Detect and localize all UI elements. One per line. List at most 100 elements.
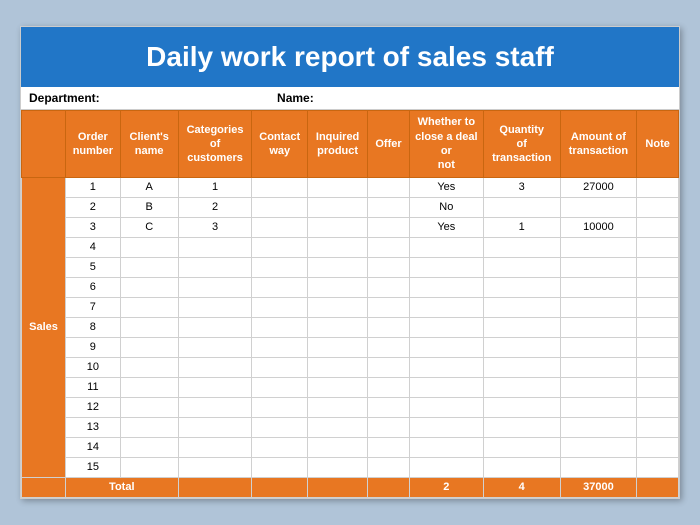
cell-note (637, 177, 679, 197)
cell-note (637, 197, 679, 217)
cell-contact (252, 397, 308, 417)
cell-qty (483, 437, 560, 457)
cell-amount: 27000 (560, 177, 637, 197)
cell-order: 1 (65, 177, 120, 197)
cell-cat: 3 (178, 217, 252, 237)
cell-whether (409, 417, 483, 437)
cell-order: 6 (65, 277, 120, 297)
cell-inquired (308, 297, 368, 317)
cell-note (637, 277, 679, 297)
table-row: 8 (22, 317, 679, 337)
cell-inquired (308, 257, 368, 277)
cell-cat (178, 257, 252, 277)
header-contact: Contactway (252, 111, 308, 177)
header-order: Ordernumber (65, 111, 120, 177)
cell-qty: 1 (483, 217, 560, 237)
cell-cat (178, 297, 252, 317)
cell-order: 15 (65, 457, 120, 477)
cell-order: 3 (65, 217, 120, 237)
cell-order: 2 (65, 197, 120, 217)
cell-cat (178, 377, 252, 397)
cell-amount: 10000 (560, 217, 637, 237)
cell-whether (409, 317, 483, 337)
cell-order: 4 (65, 237, 120, 257)
cell-amount (560, 377, 637, 397)
cell-cat (178, 357, 252, 377)
cell-contact (252, 337, 308, 357)
table-row: 3C3 Yes110000 (22, 217, 679, 237)
cell-contact (252, 277, 308, 297)
cell-qty (483, 297, 560, 317)
cell-qty (483, 417, 560, 437)
total-offer (368, 477, 410, 497)
cell-note (637, 437, 679, 457)
cell-client (120, 237, 178, 257)
cell-whether (409, 237, 483, 257)
cell-cat (178, 237, 252, 257)
cell-amount (560, 297, 637, 317)
cell-cat: 1 (178, 177, 252, 197)
cell-offer (368, 317, 410, 337)
cell-note (637, 217, 679, 237)
cell-contact (252, 377, 308, 397)
cell-qty (483, 457, 560, 477)
cell-client: A (120, 177, 178, 197)
cell-client (120, 357, 178, 377)
table-row: Sales1A1Yes327000 (22, 177, 679, 197)
table-row: 13 (22, 417, 679, 437)
cell-note (637, 357, 679, 377)
cell-contact (252, 437, 308, 457)
table-row: 12 (22, 397, 679, 417)
header-offer: Offer (368, 111, 410, 177)
cell-inquired (308, 237, 368, 257)
cell-note (637, 377, 679, 397)
total-contact (252, 477, 308, 497)
cell-contact (252, 297, 308, 317)
cell-order: 13 (65, 417, 120, 437)
table-row: 5 (22, 257, 679, 277)
cell-contact (252, 197, 308, 217)
cell-contact (252, 177, 308, 197)
cell-note (637, 337, 679, 357)
cell-client (120, 297, 178, 317)
cell-amount (560, 457, 637, 477)
total-label: Total (65, 477, 178, 497)
cell-order: 5 (65, 257, 120, 277)
sales-table: Ordernumber Client'sname Categoriesofcus… (21, 110, 679, 497)
header-inquired: Inquiredproduct (308, 111, 368, 177)
cell-qty (483, 357, 560, 377)
cell-amount (560, 277, 637, 297)
cell-offer (368, 217, 410, 237)
table-row: 10 (22, 357, 679, 377)
table-wrapper: Ordernumber Client'sname Categoriesofcus… (21, 110, 679, 497)
total-note (637, 477, 679, 497)
cell-whether: Yes (409, 217, 483, 237)
cell-order: 12 (65, 397, 120, 417)
cell-whether (409, 437, 483, 457)
cell-whether: No (409, 197, 483, 217)
cell-inquired (308, 177, 368, 197)
cell-inquired (308, 317, 368, 337)
cell-note (637, 317, 679, 337)
header-amount: Amount oftransaction (560, 111, 637, 177)
cell-offer (368, 257, 410, 277)
cell-qty (483, 257, 560, 277)
table-row: 7 (22, 297, 679, 317)
cell-whether (409, 397, 483, 417)
cell-inquired (308, 377, 368, 397)
report-title: Daily work report of sales staff (21, 27, 679, 87)
cell-cat (178, 277, 252, 297)
cell-client (120, 257, 178, 277)
cell-client: C (120, 217, 178, 237)
cell-cat (178, 397, 252, 417)
cell-whether (409, 457, 483, 477)
table-row: 9 (22, 337, 679, 357)
cell-qty (483, 377, 560, 397)
cell-contact (252, 457, 308, 477)
cell-whether (409, 377, 483, 397)
cell-offer (368, 417, 410, 437)
cell-amount (560, 397, 637, 417)
header-categories: Categoriesofcustomers (178, 111, 252, 177)
cell-amount (560, 317, 637, 337)
cell-inquired (308, 457, 368, 477)
